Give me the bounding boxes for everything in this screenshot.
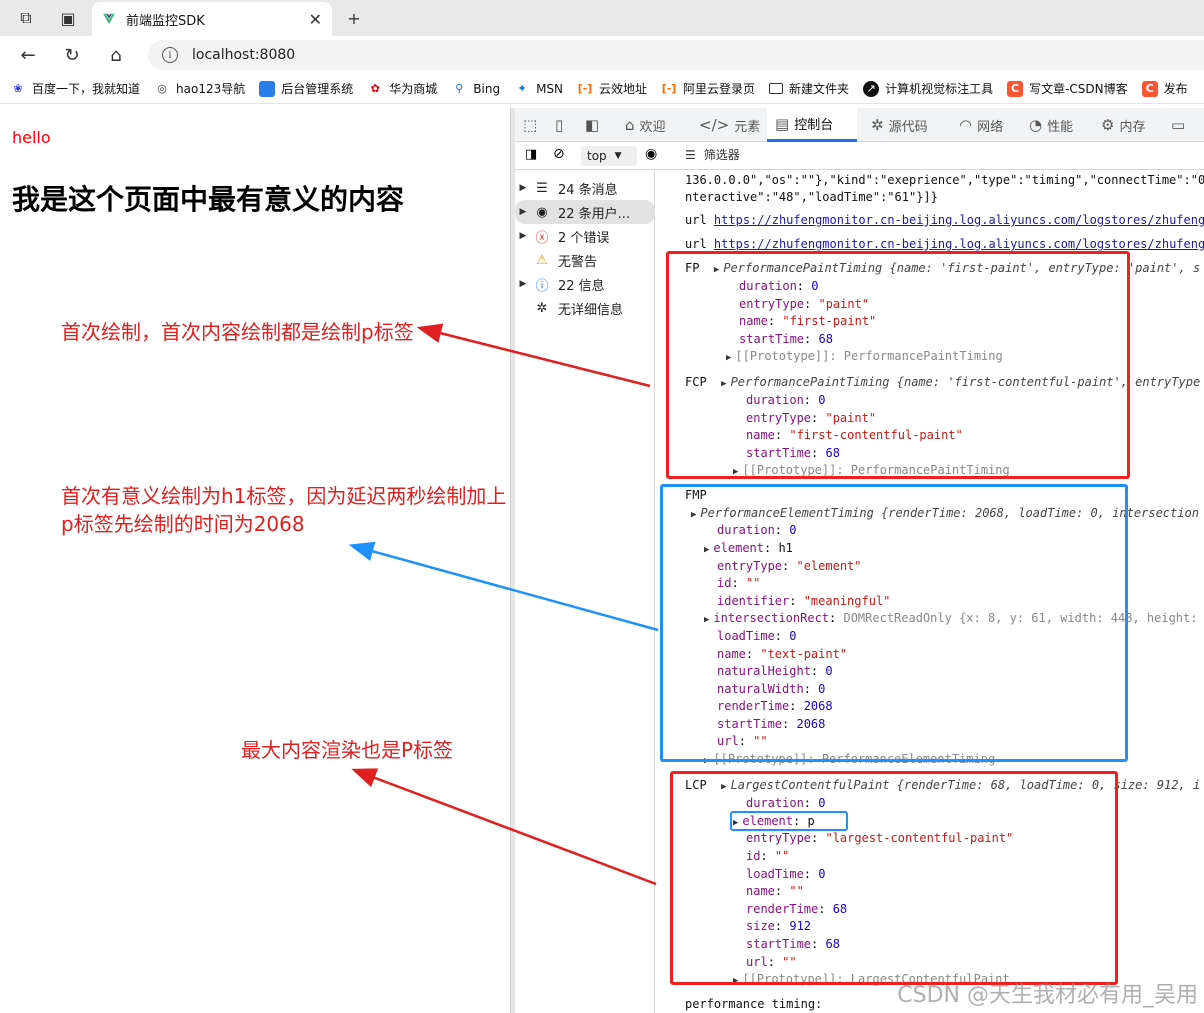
watermark: CSDN @天生我材必有用_吴用 [897,983,1198,1008]
arrow-fmp [348,541,659,632]
arrow-fp-fcp [416,323,651,388]
annotation-arrows [348,323,659,886]
arrow-lcp [351,768,657,886]
